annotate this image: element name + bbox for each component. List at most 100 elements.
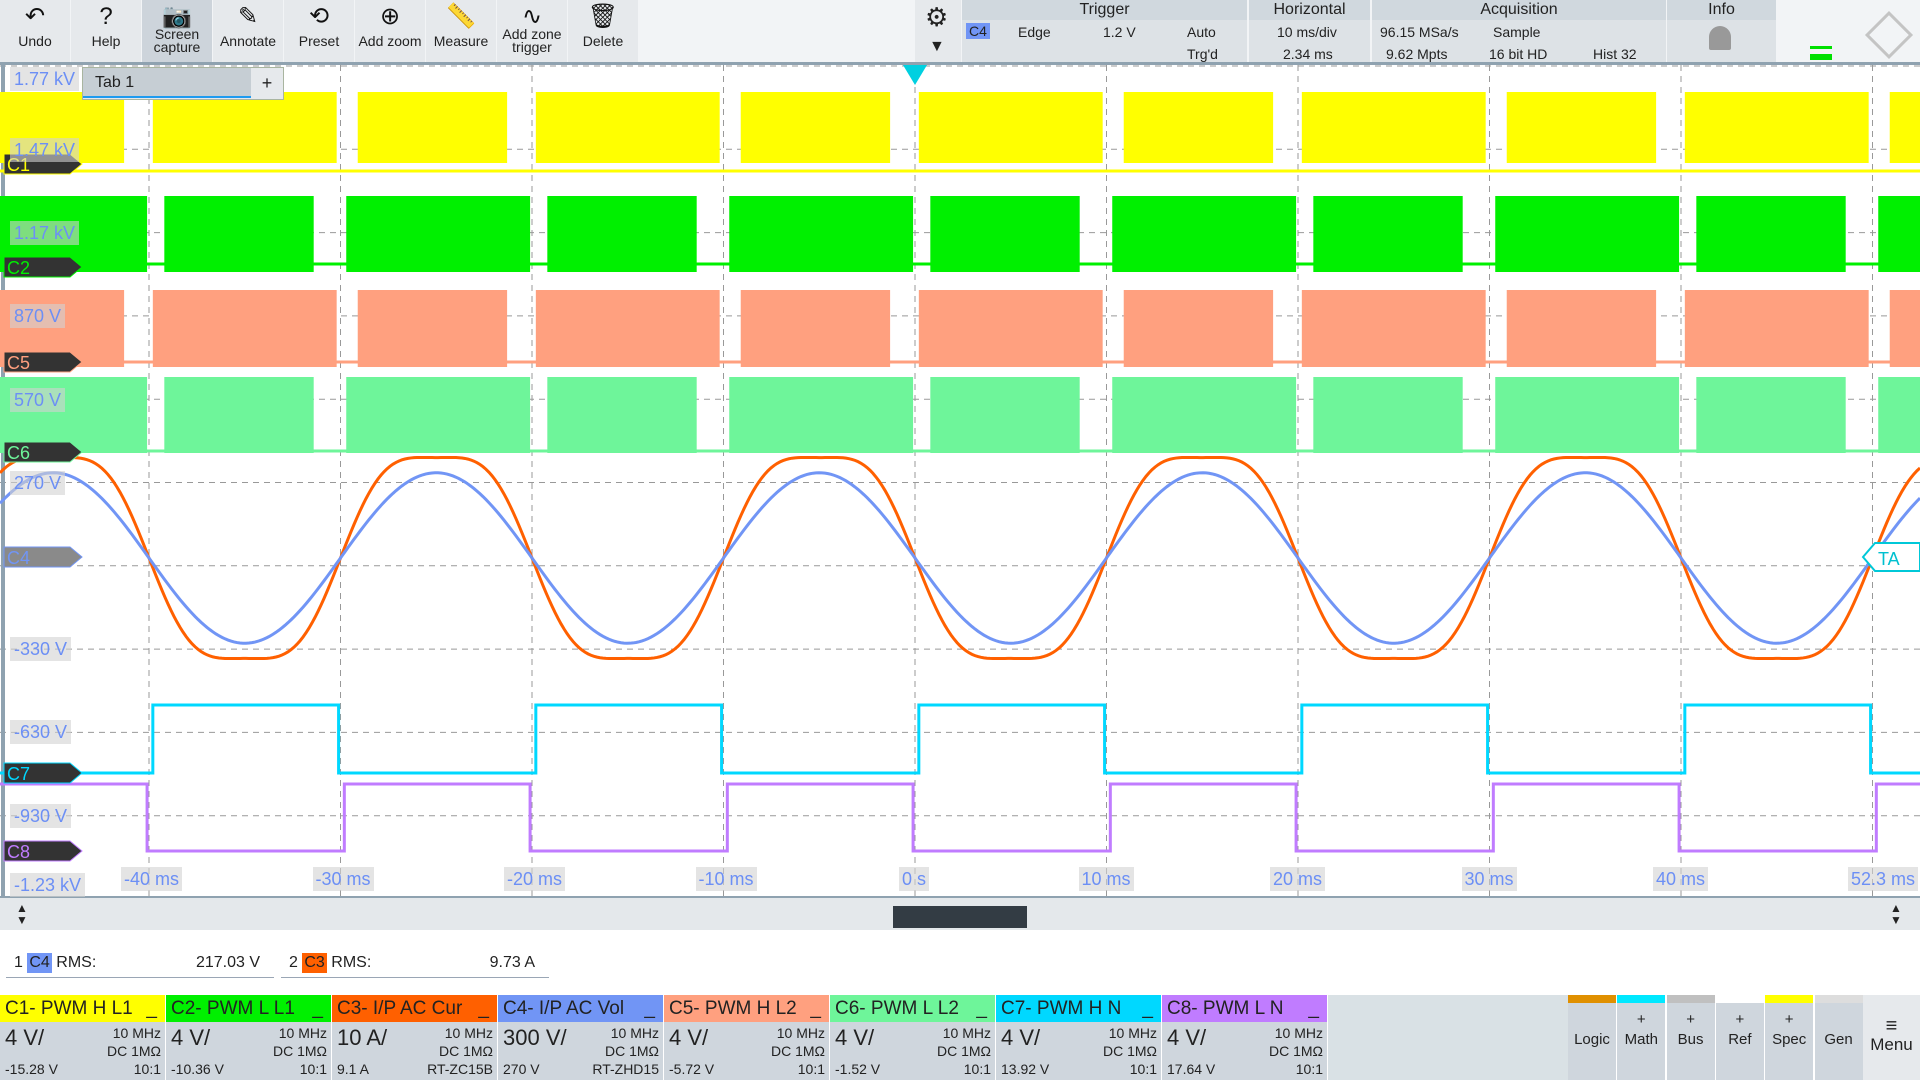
ruler-icon: 📏 bbox=[446, 3, 476, 30]
waveform-display[interactable]: C1C2C5C6C4C7C8TA bbox=[0, 65, 1920, 898]
offset: 17.64 V bbox=[1167, 1061, 1216, 1077]
channel-box-5[interactable]: C5- PWM H L2 _ 4 V/ 10 MHz DC 1MΩ -5.72 V… bbox=[664, 995, 830, 1080]
waveform-C5-pulse bbox=[918, 290, 1103, 367]
info-title: Info bbox=[1667, 0, 1776, 20]
trigger-title: Trigger bbox=[962, 0, 1247, 20]
x-tick-label: 20 ms bbox=[1270, 867, 1326, 891]
menu-button[interactable]: ≡ Menu bbox=[1863, 995, 1920, 1080]
probe: 10:1 bbox=[133, 1061, 161, 1077]
scroll-handle[interactable] bbox=[893, 906, 1027, 928]
waveform-C1-pulse bbox=[1889, 92, 1920, 163]
minimize-button[interactable]: _ bbox=[1142, 995, 1153, 1022]
hamburger-icon: ≡ bbox=[1885, 1015, 1898, 1037]
button-label: Logic bbox=[1574, 1031, 1610, 1048]
channel-marker-label: C6 bbox=[7, 443, 30, 463]
trash-icon: 🗑 bbox=[587, 3, 619, 30]
bandwidth: 10 MHz bbox=[776, 1025, 825, 1041]
waveform-C6-pulse bbox=[164, 377, 314, 453]
button-label: Screen capture bbox=[153, 26, 201, 55]
gen-button[interactable]: Gen bbox=[1814, 995, 1864, 1080]
minimize-button[interactable]: _ bbox=[146, 995, 157, 1022]
channel-title: C5- PWM H L2 bbox=[669, 998, 797, 1019]
info-panel[interactable]: Info bbox=[1667, 0, 1776, 62]
channel-box-7[interactable]: C7- PWM H N _ 4 V/ 10 MHz DC 1MΩ 13.92 V … bbox=[996, 995, 1162, 1080]
probe: RT-ZHD15 bbox=[592, 1061, 659, 1077]
channel-title: C1- PWM H L1 bbox=[5, 998, 133, 1019]
screen-capture-button[interactable]: 📷 Screen capture bbox=[142, 0, 212, 62]
trigger-state: Trg'd bbox=[1187, 46, 1218, 62]
trigger-mode: Auto bbox=[1187, 24, 1216, 40]
coupling: DC 1MΩ bbox=[106, 1043, 161, 1059]
minimize-button[interactable]: _ bbox=[478, 995, 489, 1022]
button-label: Spec bbox=[1772, 1031, 1807, 1048]
add-zone-trigger-button[interactable]: ∿ Add zone trigger bbox=[497, 0, 567, 62]
logic-button[interactable]: Logic bbox=[1568, 995, 1617, 1080]
minimize-button[interactable]: _ bbox=[644, 995, 655, 1022]
waveform-C6-pulse bbox=[547, 377, 697, 453]
minimize-button[interactable]: _ bbox=[1308, 995, 1319, 1022]
resolution: 16 bit HD bbox=[1489, 46, 1548, 62]
bell-icon[interactable] bbox=[1709, 26, 1731, 50]
waveform-C2-pulse bbox=[346, 196, 531, 272]
add-tab-button[interactable]: + bbox=[251, 68, 283, 98]
annotate-button[interactable]: ✎ Annotate bbox=[213, 0, 283, 62]
button-label: Add zoom bbox=[358, 33, 422, 49]
vertical-scale: 4 V/ bbox=[669, 1025, 709, 1050]
waveform-C2-pulse bbox=[547, 196, 697, 272]
probe: 10:1 bbox=[1295, 1061, 1323, 1077]
channel-title: C7- PWM H N bbox=[1001, 998, 1122, 1019]
waveform-C2-pulse bbox=[729, 196, 914, 272]
channel-box-8[interactable]: C8- PWM L N _ 4 V/ 10 MHz DC 1MΩ 17.64 V … bbox=[1162, 995, 1328, 1080]
coupling: DC 1MΩ bbox=[1102, 1043, 1157, 1059]
gear-icon[interactable]: ⚙ bbox=[925, 2, 948, 33]
bandwidth: 10 MHz bbox=[1108, 1025, 1157, 1041]
horizontal-scrollbar[interactable]: ▲ ▼ ▲ ▼ bbox=[0, 898, 1920, 930]
horizontal-title: Horizontal bbox=[1249, 0, 1370, 20]
math-button[interactable]: + Math bbox=[1617, 995, 1667, 1080]
horizontal-panel[interactable]: Horizontal 10 ms/div 2.34 ms bbox=[1249, 0, 1370, 62]
plus-icon bbox=[1815, 1011, 1863, 1031]
settings-area: ⚙ ▼ bbox=[915, 0, 961, 62]
channel-box-2[interactable]: C2- PWM L L1 _ 4 V/ 10 MHz DC 1MΩ -10.36 … bbox=[166, 995, 332, 1080]
dropdown-arrow-icon[interactable]: ▼ bbox=[929, 38, 945, 56]
undo-button[interactable]: ↶ Undo bbox=[0, 0, 70, 62]
channel-box-1[interactable]: C1- PWM H L1 _ 4 V/ 10 MHz DC 1MΩ -15.28 … bbox=[0, 995, 166, 1080]
offset: 270 V bbox=[503, 1061, 540, 1077]
channel-box-4[interactable]: C4- I/P AC Vol _ 300 V/ 10 MHz DC 1MΩ 270… bbox=[498, 995, 664, 1080]
coupling: DC 1MΩ bbox=[770, 1043, 825, 1059]
measure-button[interactable]: 📏 Measure bbox=[426, 0, 496, 62]
channel-box-6[interactable]: C6- PWM L L2 _ 4 V/ 10 MHz DC 1MΩ -1.52 V… bbox=[830, 995, 996, 1080]
button-label: Add zone trigger bbox=[502, 26, 562, 55]
ref-button[interactable]: + Ref bbox=[1715, 995, 1765, 1080]
probe: 10:1 bbox=[963, 1061, 991, 1077]
y-tick-label: 1.17 kV bbox=[10, 221, 80, 245]
add-zoom-button[interactable]: ⊕ Add zoom bbox=[355, 0, 425, 62]
history: Hist 32 bbox=[1593, 46, 1637, 62]
resize-up-down-icon[interactable]: ▲ ▼ bbox=[1890, 902, 1902, 926]
measurement-1[interactable]: 1 C4 RMS: 217.03 V bbox=[6, 948, 274, 978]
waveform-C5-pulse bbox=[1889, 290, 1920, 367]
sample-rate: 96.15 MSa/s bbox=[1380, 24, 1459, 40]
delete-button[interactable]: 🗑 Delete bbox=[568, 0, 638, 62]
measurement-2[interactable]: 2 C3 RMS: 9.73 A bbox=[281, 948, 549, 978]
minimize-button[interactable]: _ bbox=[976, 995, 987, 1022]
preset-button[interactable]: ⟲ Preset bbox=[284, 0, 354, 62]
channel-box-3[interactable]: C3- I/P AC Cur _ 10 A/ 10 MHz DC 1MΩ 9.1 … bbox=[332, 995, 498, 1080]
measurement-index: 2 bbox=[289, 954, 298, 971]
y-tick-label: -630 V bbox=[10, 720, 72, 744]
x-tick-label: 52.3 ms bbox=[1848, 867, 1919, 891]
waveform-C6-pulse bbox=[930, 377, 1080, 453]
help-button[interactable]: ? Help bbox=[71, 0, 141, 62]
vertical-scale: 4 V/ bbox=[1167, 1025, 1207, 1050]
resize-up-down-icon[interactable]: ▲ ▼ bbox=[16, 902, 28, 926]
trigger-panel[interactable]: Trigger C4 Edge 1.2 V Auto Trg'd bbox=[962, 0, 1247, 62]
bus-button[interactable]: + Bus bbox=[1666, 995, 1716, 1080]
minimize-button[interactable]: _ bbox=[312, 995, 323, 1022]
probe: RT-ZC15B bbox=[427, 1061, 493, 1077]
tab-1[interactable]: Tab 1 bbox=[83, 68, 251, 98]
minimize-button[interactable]: _ bbox=[810, 995, 821, 1022]
channel-marker-label: C2 bbox=[7, 258, 30, 278]
acquisition-panel[interactable]: Acquisition 96.15 MSa/s 9.62 Mpts Sample… bbox=[1372, 0, 1666, 62]
preset-icon: ⟲ bbox=[308, 3, 330, 30]
spec-button[interactable]: + Spec bbox=[1765, 995, 1815, 1080]
